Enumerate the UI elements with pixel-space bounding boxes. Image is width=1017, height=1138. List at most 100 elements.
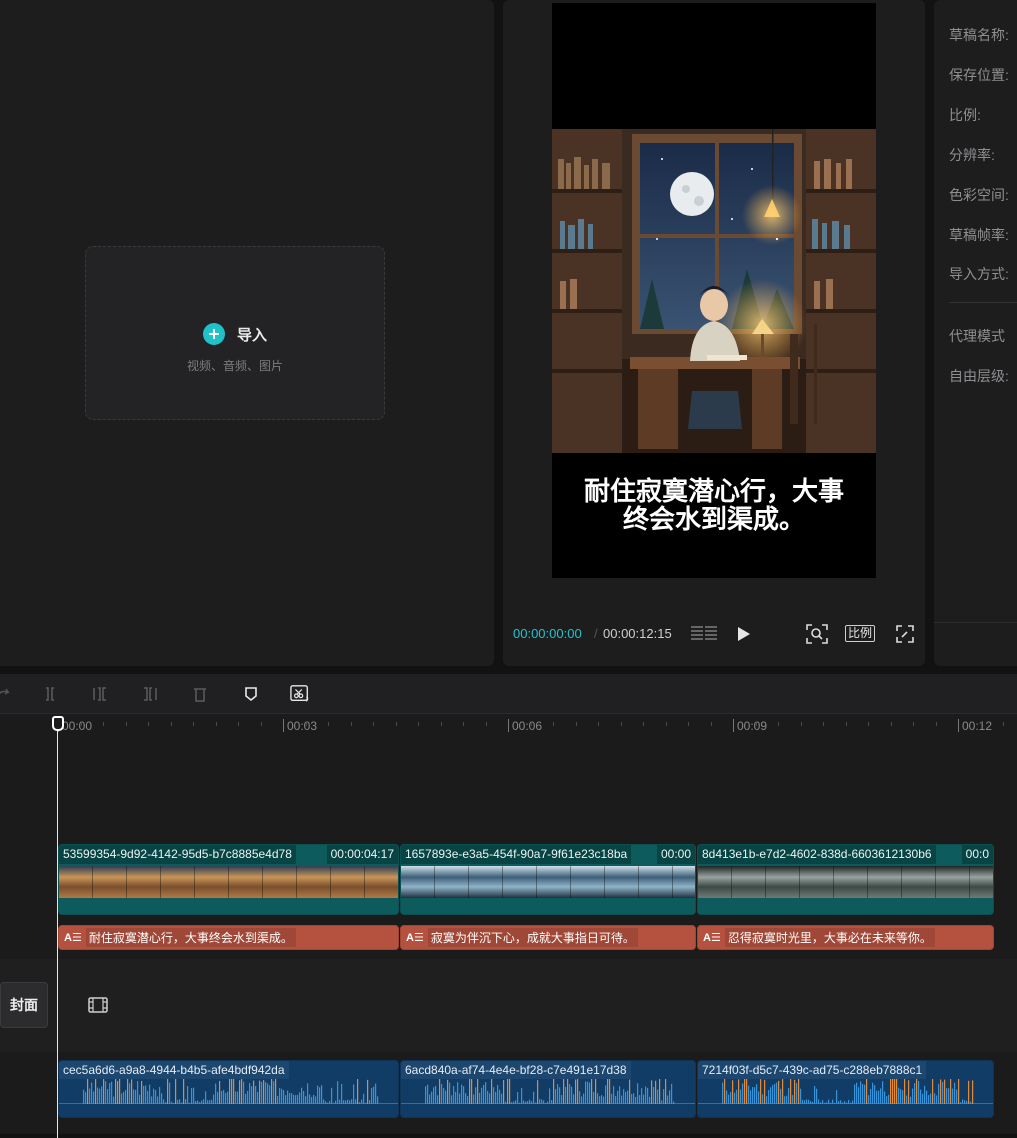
- waveform-bar: [956, 1089, 958, 1104]
- text-clip[interactable]: A☰ 忍得寂寞时光里，大事必在未来等你。: [697, 925, 994, 950]
- delete-icon[interactable]: [190, 684, 210, 704]
- waveform-bar: [738, 1079, 740, 1104]
- media-panel: 导入 视频、音频、图片: [0, 0, 494, 666]
- waveform-bar: [563, 1079, 565, 1104]
- waveform-bar: [475, 1087, 477, 1104]
- text-clip[interactable]: A☰ 耐住寂寞潜心行，大事终会水到渠成。: [58, 925, 399, 950]
- fullscreen-icon[interactable]: [896, 623, 914, 645]
- auto-cut-icon[interactable]: [290, 684, 310, 704]
- waveform-bar: [507, 1079, 509, 1104]
- waveform-bar: [766, 1096, 768, 1104]
- waveform-bar: [311, 1096, 313, 1104]
- waveform-bar: [437, 1095, 439, 1104]
- marker-icon[interactable]: [241, 684, 261, 704]
- waveform-bar: [251, 1086, 253, 1104]
- audio-clip[interactable]: 6acd840a-af74-4e4e-bf28-c7e491e17d38: [400, 1060, 696, 1118]
- waveform-bar: [299, 1092, 301, 1104]
- import-row[interactable]: 导入: [86, 323, 384, 345]
- waveform-bar: [145, 1085, 147, 1104]
- waveform-bar: [609, 1079, 611, 1104]
- waveform-bar: [780, 1088, 782, 1104]
- waveform-bar: [778, 1080, 780, 1104]
- waveform-bar: [367, 1079, 369, 1104]
- waveform-bar: [121, 1093, 123, 1104]
- video-clip[interactable]: 53599354-9d92-4142-95d5-b7c8885e4d78 00:…: [58, 844, 399, 915]
- clip-header: 1657893e-e3a5-454f-90a7-9f61e23c18ba 00:…: [401, 845, 695, 864]
- trim-right-icon[interactable]: [140, 684, 160, 704]
- zoom-fit-icon[interactable]: [806, 623, 828, 645]
- waveform-bar: [916, 1079, 918, 1104]
- clip-thumbnail-frame: [970, 866, 993, 898]
- waveform-bar: [587, 1081, 589, 1104]
- waveform-bar: [133, 1089, 135, 1104]
- playhead-handle[interactable]: [52, 716, 64, 731]
- waveform-bar: [487, 1090, 489, 1104]
- waveform-bar: [726, 1090, 728, 1104]
- film-icon[interactable]: [88, 997, 108, 1018]
- clip-thumbnail-frame: [766, 866, 800, 898]
- waveform-bar: [91, 1082, 93, 1104]
- playhead-line[interactable]: [57, 718, 58, 1138]
- waveform-bar: [489, 1093, 491, 1104]
- waveform-bar: [732, 1080, 734, 1104]
- import-mode-label: 导入方式:: [949, 266, 1009, 282]
- split-icon[interactable]: [40, 684, 60, 704]
- ruler-minor-tick: [935, 722, 937, 726]
- video-preview[interactable]: 耐住寂寞潜心行，大事终会水到渠成。: [552, 3, 876, 578]
- waveform-bar: [115, 1079, 117, 1104]
- waveform-bar: [229, 1079, 231, 1104]
- waveform-bar: [131, 1079, 133, 1104]
- waveform-bar: [195, 1101, 197, 1104]
- waveform-bar: [669, 1090, 671, 1104]
- waveform-bar: [313, 1094, 315, 1104]
- cover-button[interactable]: 封面: [0, 982, 48, 1028]
- clip-thumbnail-frame: [297, 866, 331, 898]
- ruler-minor-tick: [328, 722, 329, 726]
- waveform-bar: [191, 1088, 193, 1104]
- clip-header: 8d413e1b-e7d2-4602-838d-6603612130b6 00:…: [698, 845, 993, 864]
- waveform-bar: [309, 1094, 311, 1104]
- waveform-bar: [788, 1088, 790, 1104]
- ruler-minor-tick: [170, 722, 172, 726]
- waveform-bar: [884, 1091, 886, 1104]
- waveform-toggle-icon[interactable]: [691, 623, 719, 645]
- video-clip[interactable]: 1657893e-e3a5-454f-90a7-9f61e23c18ba 00:…: [400, 844, 696, 915]
- audio-clip[interactable]: 7214f03f-d5c7-439c-ad75-c288eb7888c1: [697, 1060, 994, 1118]
- waveform-bar: [207, 1100, 209, 1104]
- ruler-minor-tick: [260, 722, 262, 726]
- text-clip[interactable]: A☰ 寂寞为伴沉下心，成就大事指日可待。: [400, 925, 696, 950]
- waveform-bar: [275, 1079, 277, 1104]
- waveform-bar: [930, 1093, 932, 1104]
- waveform-bar: [782, 1079, 784, 1104]
- ruler-minor-tick: [778, 722, 779, 726]
- waveform-bar: [816, 1088, 818, 1104]
- waveform-bar: [365, 1102, 367, 1104]
- waveform-bar: [281, 1088, 283, 1104]
- aspect-ratio-button[interactable]: 比例: [845, 625, 876, 642]
- ruler-minor-tick: [373, 722, 374, 726]
- ruler-minor-tick: [643, 722, 644, 726]
- waveform-bar: [263, 1080, 265, 1104]
- waveform-bar: [814, 1085, 816, 1104]
- clip-thumbnail-frame: [902, 866, 936, 898]
- waveform-bar: [485, 1082, 487, 1104]
- waveform-bar: [790, 1079, 792, 1104]
- clip-thumbnail-frame: [195, 866, 229, 898]
- plus-circle-icon[interactable]: [202, 323, 225, 345]
- redo-icon[interactable]: [0, 684, 14, 704]
- play-icon[interactable]: [737, 623, 751, 645]
- waveform-bar: [730, 1091, 732, 1104]
- timeline: 00:00 00:03 00:06 00:09 00:12 53599354-9d92-…: [0, 674, 1017, 1138]
- import-dropzone[interactable]: 导入 视频、音频、图片: [85, 246, 385, 420]
- audio-clip[interactable]: cec5a6d6-a9a8-4944-b4b5-afe4bdf942da: [58, 1060, 399, 1118]
- waveform-bar: [227, 1091, 229, 1104]
- ruler-minor-tick: [823, 722, 824, 726]
- import-label[interactable]: 导入: [237, 324, 267, 345]
- time-ruler[interactable]: 00:00 00:03 00:06 00:09 00:12: [58, 714, 1017, 744]
- trim-left-icon[interactable]: [90, 684, 110, 704]
- current-time: 00:00:00:00: [513, 626, 582, 641]
- waveform-bar: [904, 1079, 906, 1104]
- waveform-bar: [501, 1093, 503, 1104]
- waveform-bar: [601, 1095, 603, 1104]
- video-clip[interactable]: 8d413e1b-e7d2-4602-838d-6603612130b6 00:…: [697, 844, 994, 915]
